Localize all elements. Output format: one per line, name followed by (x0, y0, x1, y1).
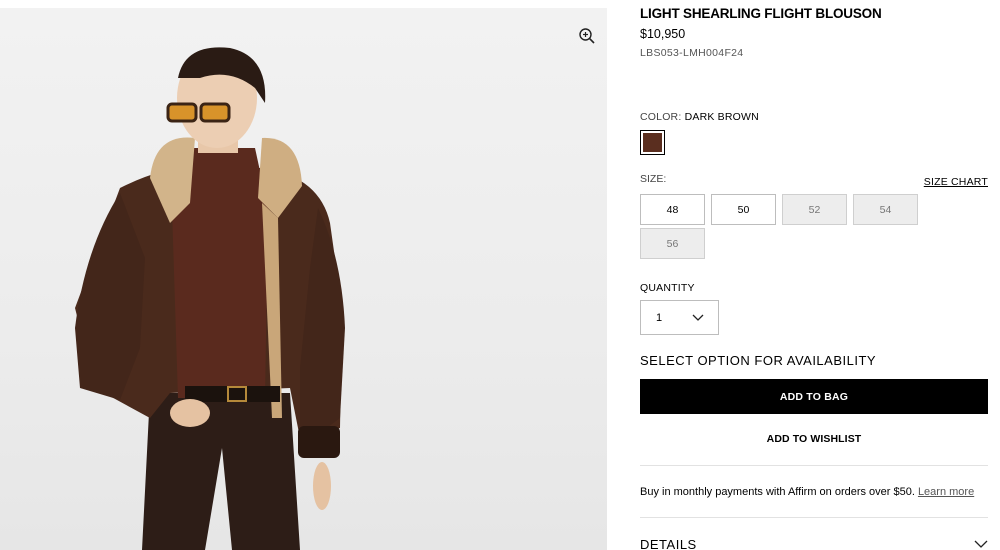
quantity-select[interactable]: 1 (640, 300, 719, 335)
product-price: $10,950 (640, 27, 686, 41)
size-option-52[interactable]: 52 (782, 194, 847, 225)
details-accordion-toggle[interactable]: DETAILS (640, 536, 988, 550)
add-to-wishlist-button[interactable]: ADD TO WISHLIST (640, 429, 988, 449)
size-label: SIZE: (640, 173, 667, 185)
size-option-54[interactable]: 54 (853, 194, 918, 225)
chevron-down-icon (692, 314, 704, 321)
color-label-text: COLOR: (640, 111, 682, 123)
product-image (75, 47, 345, 550)
details-label: DETAILS (640, 536, 697, 550)
chevron-down-icon (974, 540, 988, 548)
size-option-56[interactable]: 56 (640, 228, 705, 259)
affirm-message: Buy in monthly payments with Affirm on o… (640, 486, 974, 498)
size-option-50[interactable]: 50 (711, 194, 776, 225)
divider (640, 465, 988, 466)
zoom-in-icon[interactable] (578, 27, 596, 45)
availability-message: SELECT OPTION FOR AVAILABILITY (640, 353, 877, 368)
color-label: COLOR: DARK BROWN (640, 111, 759, 123)
product-sku: LBS053-LMH004F24 (640, 47, 744, 59)
color-swatch-dark-brown[interactable] (640, 130, 665, 155)
size-chart-link[interactable]: SIZE CHART (924, 176, 988, 188)
product-title: LIGHT SHEARLING FLIGHT BLOUSON (640, 6, 882, 21)
color-value: DARK BROWN (684, 111, 759, 123)
add-to-bag-button[interactable]: ADD TO BAG (640, 379, 988, 414)
quantity-value: 1 (656, 311, 663, 324)
divider (640, 517, 988, 518)
learn-more-link[interactable]: Learn more (918, 486, 974, 498)
size-option-48[interactable]: 48 (640, 194, 705, 225)
product-image-panel[interactable] (0, 8, 607, 550)
affirm-text: Buy in monthly payments with Affirm on o… (640, 486, 915, 498)
product-details-panel: LIGHT SHEARLING FLIGHT BLOUSON $10,950 L… (640, 0, 990, 550)
quantity-label: QUANTITY (640, 282, 695, 294)
swatch-fill (643, 133, 662, 152)
